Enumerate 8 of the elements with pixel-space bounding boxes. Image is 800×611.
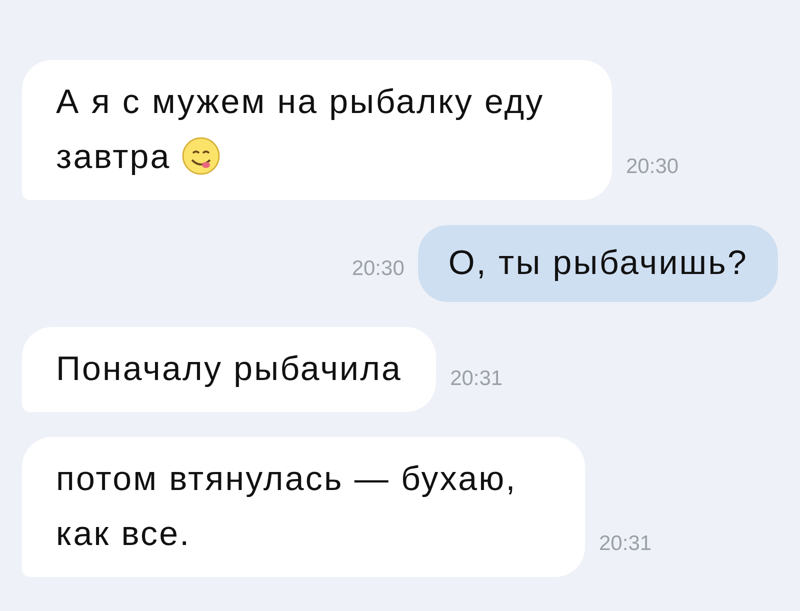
message-text: потом втянулась — бухаю, как все. [56,460,517,553]
message-text: Поначалу рыбачила [56,350,402,388]
message-text: О, ты рыбачишь? [448,244,748,282]
message-time: 20:30 [625,154,680,180]
message-time: 20:30 [350,256,406,282]
message-time: 20:31 [449,366,504,392]
message-time: 20:31 [598,530,653,556]
message-text: А я с мужем на рыбалку еду завтра [56,83,544,176]
